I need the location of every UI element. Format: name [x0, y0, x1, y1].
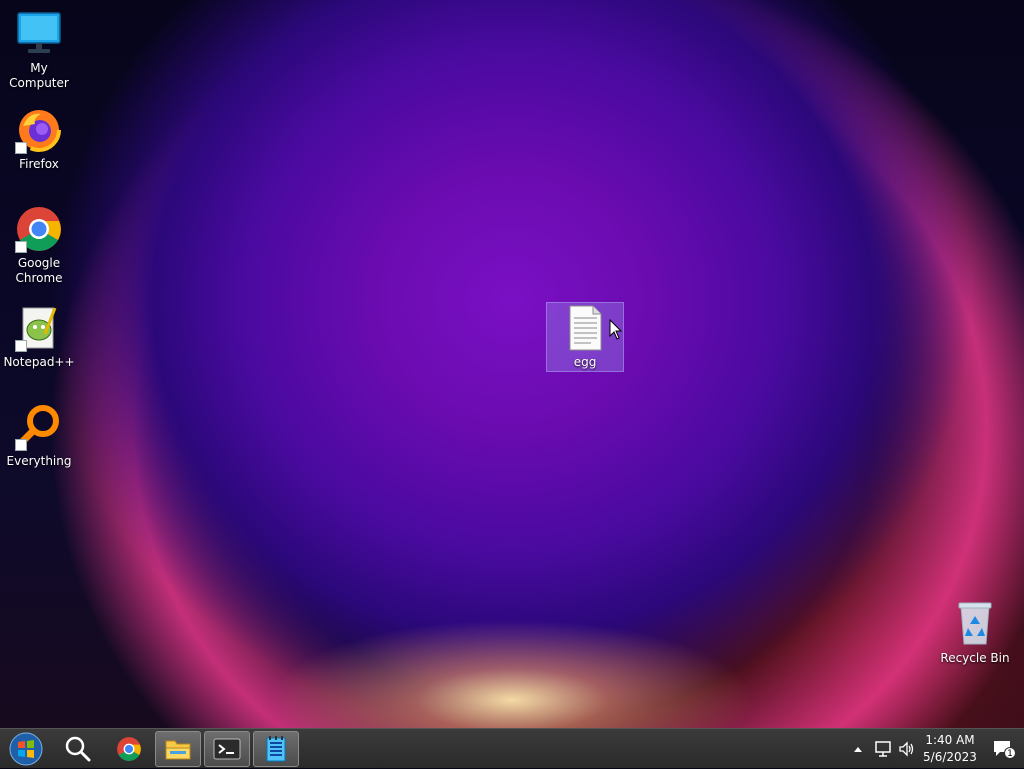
shortcut-arrow-icon — [15, 340, 27, 352]
desktop-icon-notepadpp[interactable]: Notepad++ — [0, 304, 79, 370]
volume-icon — [899, 741, 914, 757]
clock-time: 1:40 AM — [925, 733, 975, 747]
mouse-cursor-icon — [609, 319, 623, 340]
chrome-icon — [15, 205, 63, 253]
chevron-up-icon — [854, 747, 862, 752]
taskbar-chrome-button[interactable] — [106, 731, 152, 767]
windows-start-icon — [9, 732, 43, 766]
search-button[interactable] — [55, 731, 101, 767]
desktop-icon-label: egg — [573, 355, 597, 369]
taskbar-terminal-button[interactable] — [204, 731, 250, 767]
text-file-icon — [561, 304, 609, 352]
desktop-icon-everything[interactable]: Everything — [0, 403, 79, 469]
desktop-icon-recycle-bin[interactable]: Recycle Bin — [935, 600, 1015, 666]
taskbar: 1:40 AM 5/6/2023 1 — [0, 728, 1024, 768]
desktop-icon-google-chrome[interactable]: Google Chrome — [0, 205, 79, 286]
desktop-icon-label: Google Chrome — [15, 256, 63, 285]
desktop-icon-label: Recycle Bin — [940, 651, 1010, 665]
chrome-icon — [117, 737, 141, 761]
recycle-bin-icon — [951, 600, 999, 648]
monitor-icon — [15, 10, 63, 58]
volume-button[interactable] — [896, 729, 918, 769]
desktop-icon-label: Notepad++ — [3, 355, 75, 369]
notepad-icon — [266, 736, 286, 762]
clock-date: 5/6/2023 — [923, 750, 977, 764]
desktop-wallpaper[interactable]: My Computer Firefox Google Chrome Notepa… — [0, 0, 1024, 728]
shortcut-arrow-icon — [15, 439, 27, 451]
network-button[interactable] — [872, 729, 894, 769]
shortcut-arrow-icon — [15, 241, 27, 253]
search-icon — [65, 736, 91, 762]
desktop-icon-firefox[interactable]: Firefox — [0, 106, 79, 172]
file-explorer-icon — [165, 740, 191, 760]
firefox-icon — [15, 106, 63, 154]
shortcut-arrow-icon — [15, 142, 27, 154]
notepadpp-icon — [15, 304, 63, 352]
desktop-icon-label: Firefox — [19, 157, 59, 171]
desktop-icon-my-computer[interactable]: My Computer — [0, 10, 79, 91]
taskbar-notepad-button[interactable] — [253, 731, 299, 767]
notification-icon: 1 — [993, 740, 1016, 759]
notification-count-badge: 1 — [1004, 747, 1016, 759]
start-button[interactable] — [4, 731, 48, 767]
show-hidden-icons-button[interactable] — [850, 729, 866, 769]
taskbar-file-explorer-button[interactable] — [155, 731, 201, 767]
everything-icon — [15, 403, 63, 451]
network-icon — [875, 741, 891, 757]
terminal-icon — [213, 738, 241, 760]
notifications-button[interactable]: 1 — [990, 729, 1016, 769]
desktop-icon-label: My Computer — [9, 61, 69, 90]
desktop-icon-label: Everything — [6, 454, 72, 468]
clock[interactable]: 1:40 AM 5/6/2023 — [918, 732, 982, 766]
